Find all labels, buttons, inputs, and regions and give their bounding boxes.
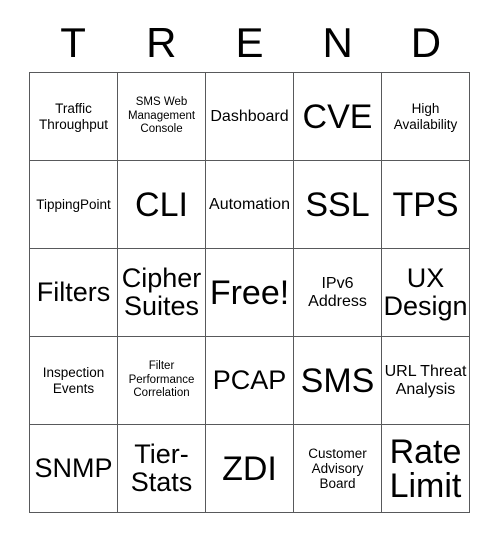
bingo-cell-label: SMS xyxy=(300,361,375,400)
bingo-card: T R E N D Traffic Throughput SMS Web Man… xyxy=(29,14,470,513)
bingo-cell[interactable]: PCAP xyxy=(206,337,294,425)
bingo-cell[interactable]: CLI xyxy=(118,161,206,249)
bingo-cell-label: Customer Advisory Board xyxy=(308,445,367,492)
bingo-cell-label: TPS xyxy=(392,185,459,224)
bingo-cell[interactable]: Traffic Throughput xyxy=(30,73,118,161)
bingo-cell-label: Cipher Suites xyxy=(121,262,202,321)
bingo-cell-label: Traffic Throughput xyxy=(38,101,109,132)
bingo-cell-label: CVE xyxy=(302,97,373,136)
bingo-cell[interactable]: IPv6 Address xyxy=(294,249,382,337)
bingo-row: SNMP Tier-Stats ZDI Customer Advisory Bo… xyxy=(30,425,470,513)
bingo-cell[interactable]: URL Threat Analysis xyxy=(382,337,470,425)
header-letter-1: T xyxy=(60,19,86,66)
bingo-cell[interactable]: ZDI xyxy=(206,425,294,513)
bingo-cell-label: Automation xyxy=(209,195,290,213)
bingo-cell-label: PCAP xyxy=(212,364,287,395)
bingo-cell[interactable]: SSL xyxy=(294,161,382,249)
bingo-header: T R E N D xyxy=(29,14,470,72)
bingo-cell[interactable]: Dashboard xyxy=(206,73,294,161)
bingo-cell-label: Tier-Stats xyxy=(130,438,193,497)
bingo-row: Inspection Events Filter Performance Cor… xyxy=(30,337,470,425)
bingo-row: TippingPoint CLI Automation SSL TPS xyxy=(30,161,470,249)
bingo-cell[interactable]: SMS xyxy=(294,337,382,425)
bingo-cell-label: SMS Web Management Console xyxy=(127,96,196,136)
header-letter-2: R xyxy=(146,19,177,66)
bingo-grid: Traffic Throughput SMS Web Management Co… xyxy=(29,72,470,513)
bingo-cell-label: Inspection Events xyxy=(42,365,105,396)
bingo-cell-label: SNMP xyxy=(34,452,113,483)
bingo-cell-label: ZDI xyxy=(222,449,277,488)
bingo-cell-label: Filter Performance Correlation xyxy=(128,360,195,400)
bingo-cell[interactable]: SMS Web Management Console xyxy=(118,73,206,161)
bingo-cell[interactable]: CVE xyxy=(294,73,382,161)
bingo-cell[interactable]: Automation xyxy=(206,161,294,249)
bingo-cell[interactable]: TippingPoint xyxy=(30,161,118,249)
bingo-cell[interactable]: Inspection Events xyxy=(30,337,118,425)
bingo-cell-label: UX Design xyxy=(383,262,468,321)
bingo-cell-label: Filters xyxy=(36,276,111,307)
bingo-cell[interactable]: Cipher Suites xyxy=(118,249,206,337)
bingo-cell-label: Free! xyxy=(209,273,290,312)
bingo-row: Traffic Throughput SMS Web Management Co… xyxy=(30,73,470,161)
bingo-cell[interactable]: Filter Performance Correlation xyxy=(118,337,206,425)
bingo-cell-label: Dashboard xyxy=(210,107,289,125)
bingo-cell[interactable]: Rate Limit xyxy=(382,425,470,513)
bingo-cell-label: CLI xyxy=(135,185,188,224)
header-letter-5: D xyxy=(410,19,442,66)
header-letter-4: N xyxy=(322,19,353,66)
bingo-cell[interactable]: Filters xyxy=(30,249,118,337)
bingo-cell-label: High Availability xyxy=(393,101,458,132)
bingo-cell-label: URL Threat Analysis xyxy=(384,362,467,398)
bingo-cell[interactable]: TPS xyxy=(382,161,470,249)
bingo-cell-label: Rate Limit xyxy=(389,432,462,505)
bingo-cell-free[interactable]: Free! xyxy=(206,249,294,337)
bingo-cell-label: IPv6 Address xyxy=(308,274,367,310)
bingo-cell[interactable]: High Availability xyxy=(382,73,470,161)
bingo-cell[interactable]: UX Design xyxy=(382,249,470,337)
bingo-cell[interactable]: Customer Advisory Board xyxy=(294,425,382,513)
bingo-cell[interactable]: SNMP xyxy=(30,425,118,513)
bingo-cell-label: TippingPoint xyxy=(36,196,111,212)
bingo-row: Filters Cipher Suites Free! IPv6 Address… xyxy=(30,249,470,337)
bingo-cell-label: SSL xyxy=(305,185,370,224)
header-letter-3: E xyxy=(235,19,264,66)
bingo-cell[interactable]: Tier-Stats xyxy=(118,425,206,513)
